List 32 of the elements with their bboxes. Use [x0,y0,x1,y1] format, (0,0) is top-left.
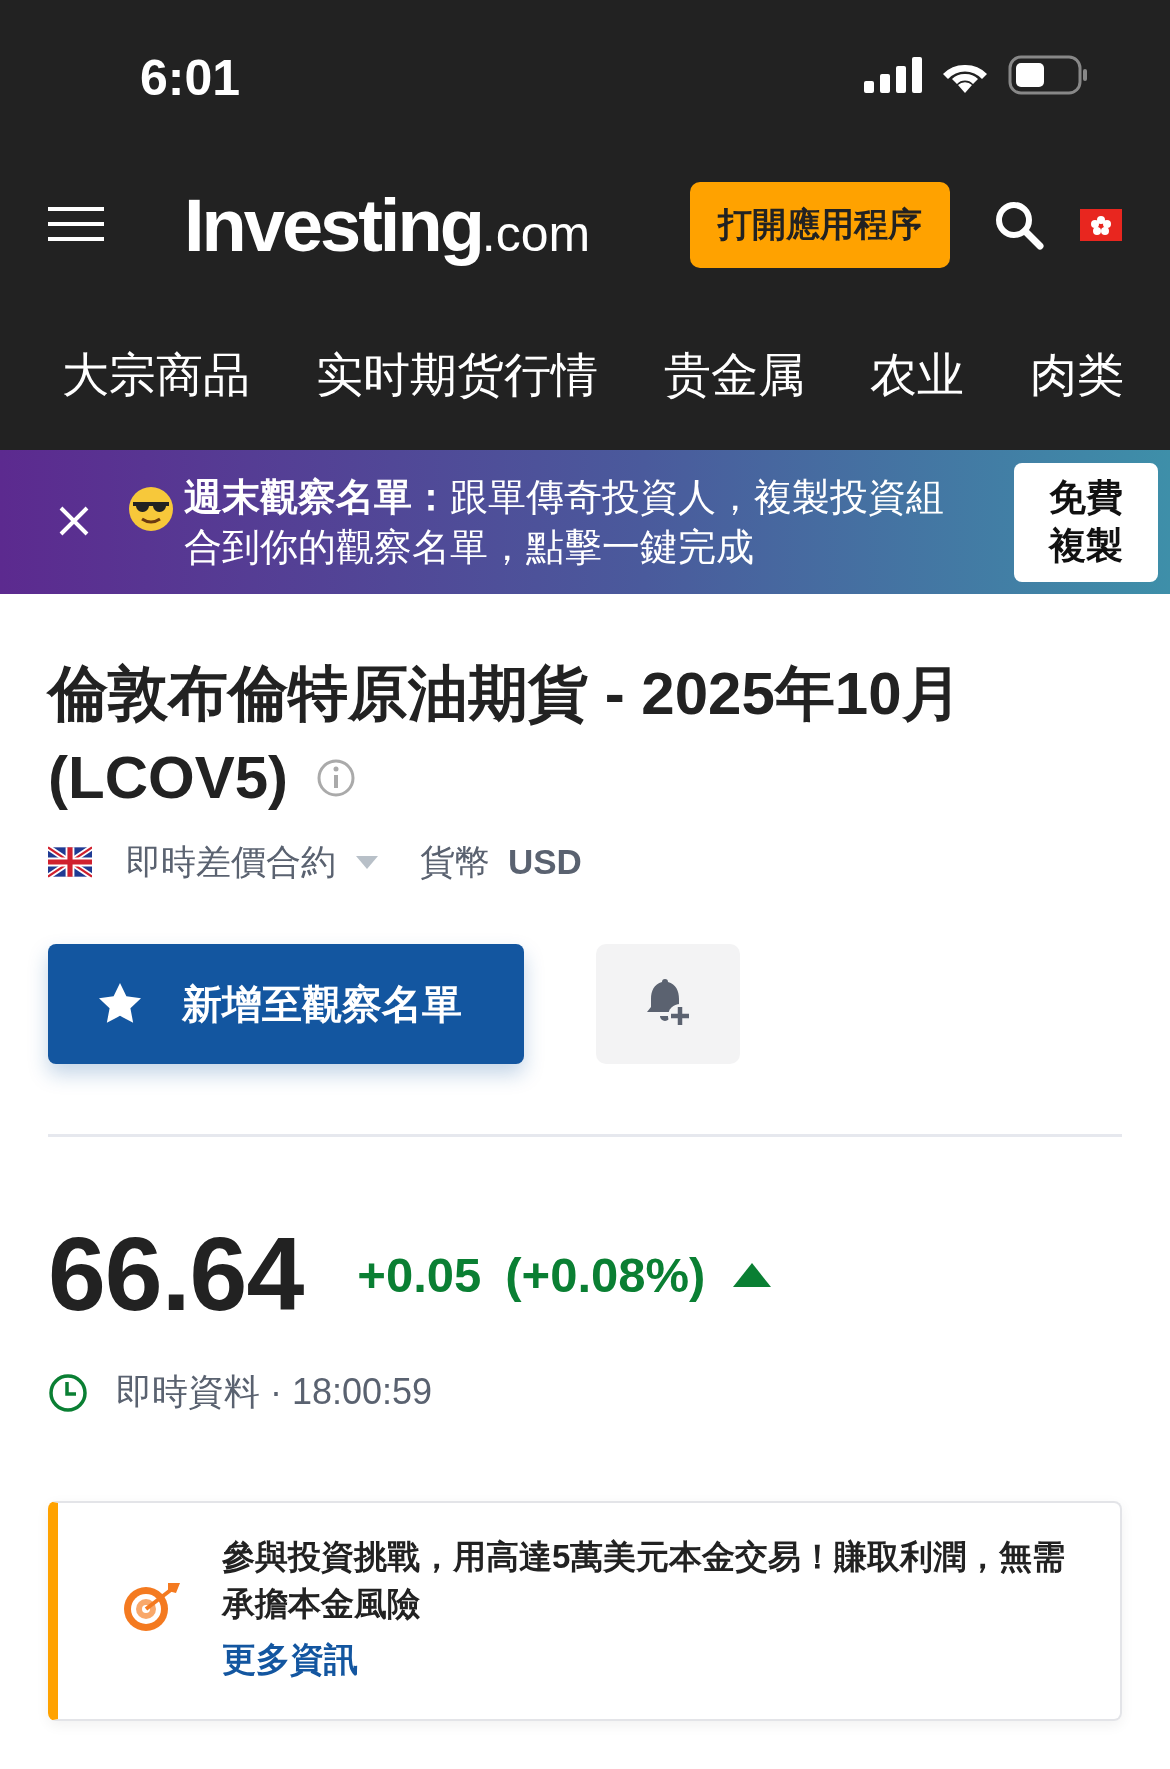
signal-icon [864,57,922,93]
add-alert-button[interactable] [596,944,740,1064]
nav-tab[interactable]: 实时期货行情 [315,343,598,407]
price-change-percent: (+0.08%) [505,1246,706,1303]
challenge-text: 參與投資挑戰，用高達5萬美元本金交易！賺取利潤，無需承擔本金風險 [222,1537,1067,1624]
nav-tab[interactable]: 肉类 [1030,343,1124,407]
open-app-button[interactable]: 打開應用程序 [690,182,950,268]
status-time: 6:01 [140,49,242,107]
free-copy-button[interactable]: 免費複製 [1014,462,1158,582]
nav-tab[interactable]: 大宗商品 [62,343,250,407]
star-icon [98,983,142,1025]
currency-value: USD [508,842,582,882]
uk-flag-icon [48,846,92,878]
realtime-data-time: 即時資料 · 18:00:59 [116,1370,433,1414]
instrument-symbol: (LCOV5) [48,743,288,813]
clock-icon [48,1372,88,1413]
sunglasses-face-icon [128,486,174,532]
price-change: +0.05 [357,1246,482,1303]
contract-type-dropdown[interactable]: 即時差價合約 [126,838,378,886]
nav-tab[interactable]: 贵金属 [663,343,805,407]
add-to-watchlist-button[interactable]: 新增至觀察名單 [48,944,524,1064]
nav-tab[interactable]: 农业 [870,343,965,407]
investing-logo[interactable]: Investing.com [184,182,690,268]
caret-icon [356,855,378,869]
battery-icon [1008,55,1088,95]
more-info-link[interactable]: 更多資訊 [222,1637,358,1683]
last-price: 66.64 [48,1215,304,1334]
currency-label: 貨幣 [420,840,490,883]
hong-kong-flag-icon[interactable] [1080,209,1122,241]
instrument-title: 倫敦布倫特原油期貨 - 2025年10月 [48,659,963,729]
promo-text: 週末觀察名單：跟單傳奇投資人，複製投資組合到你的觀察名單，點擊一鍵完成 [184,475,944,570]
search-icon[interactable] [994,200,1044,250]
